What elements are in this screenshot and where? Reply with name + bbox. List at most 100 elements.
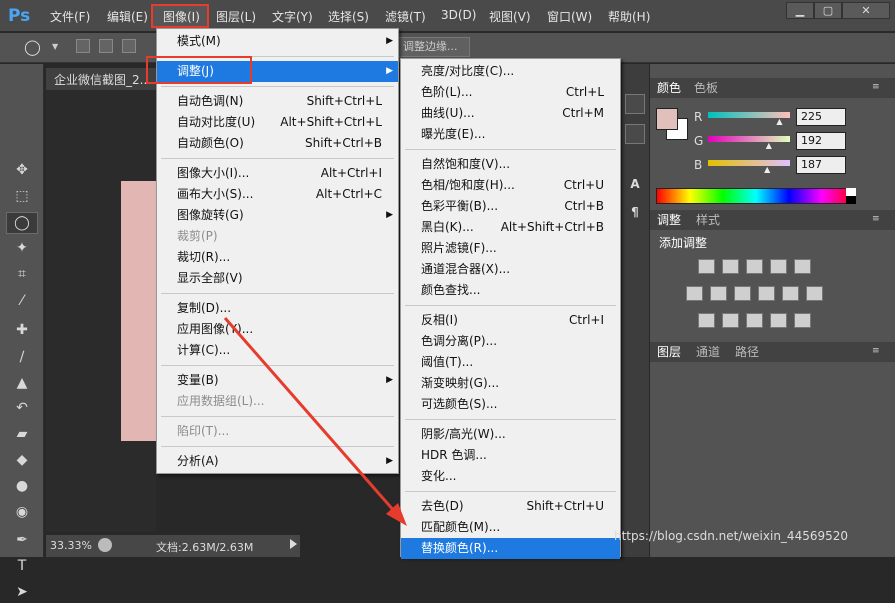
path-selection-tool-icon[interactable]: ➤ (11, 581, 33, 603)
paragraph-icon[interactable]: ¶ (625, 202, 645, 222)
menu-edit[interactable]: 编辑(E) (107, 8, 148, 25)
menu-item-黑白[interactable]: 黑白(K)... Alt+Shift+Ctrl+B (401, 217, 620, 238)
color-spectrum[interactable] (656, 188, 856, 204)
crop-tool-icon[interactable]: ⌗ (11, 263, 33, 285)
menu-item-颜色查找[interactable]: 颜色查找... (401, 280, 620, 301)
menu-filter[interactable]: 滤镜(T) (385, 8, 426, 25)
menu-item-曲线[interactable]: 曲线(U)... Ctrl+M (401, 103, 620, 124)
menu-item-照片滤镜[interactable]: 照片滤镜(F)... (401, 238, 620, 259)
white-swatch[interactable] (846, 188, 856, 196)
channel-mixer-icon[interactable] (782, 286, 799, 301)
refine-edge-button[interactable]: 调整边缘... (398, 37, 470, 57)
status-arrow-icon[interactable] (290, 539, 297, 549)
stamp-tool-icon[interactable]: ▲ (11, 372, 33, 394)
magic-wand-tool-icon[interactable]: ✦ (11, 237, 33, 259)
panel-menu-icon[interactable]: ≡ (872, 82, 880, 92)
menu-item-图像大小[interactable]: 图像大小(I)... Alt+Ctrl+I (157, 163, 398, 184)
menu-item-图像旋转[interactable]: 图像旋转(G) ▶ (157, 205, 398, 226)
menu-select[interactable]: 选择(S) (328, 8, 369, 25)
tab-swatches[interactable]: 色板 (694, 78, 718, 98)
menu-item-色相-饱和度[interactable]: 色相/饱和度(H)... Ctrl+U (401, 175, 620, 196)
menu-item-通道混合器[interactable]: 通道混合器(X)... (401, 259, 620, 280)
menu-item-匹配颜色[interactable]: 匹配颜色(M)... (401, 517, 620, 538)
exposure-icon[interactable] (770, 259, 787, 274)
menu-item-色调分离[interactable]: 色调分离(P)... (401, 331, 620, 352)
menu-item-显示全部[interactable]: 显示全部(V) (157, 268, 398, 289)
healing-brush-tool-icon[interactable]: ✚ (11, 319, 33, 341)
channel-b-value[interactable]: 187 (796, 156, 846, 174)
menu-item-自动颜色[interactable]: 自动颜色(O) Shift+Ctrl+B (157, 133, 398, 154)
tab-adjustments[interactable]: 调整 (657, 210, 681, 230)
menu-help[interactable]: 帮助(H) (608, 8, 650, 25)
menu-item-可选颜色[interactable]: 可选颜色(S)... (401, 394, 620, 415)
brightness-icon[interactable] (698, 259, 715, 274)
history-icon[interactable] (625, 94, 645, 114)
chevron-down-icon[interactable]: ▼ (52, 42, 58, 51)
menu-item-应用图像[interactable]: 应用图像(Y)... (157, 319, 398, 340)
actions-icon[interactable] (625, 124, 645, 144)
menu-item-阈值[interactable]: 阈值(T)... (401, 352, 620, 373)
vibrance-icon[interactable] (794, 259, 811, 274)
new-selection-icon[interactable] (76, 39, 90, 53)
photo-filter-icon[interactable] (758, 286, 775, 301)
history-brush-tool-icon[interactable]: ↶ (11, 397, 33, 419)
black-white-icon[interactable] (734, 286, 751, 301)
menu-view[interactable]: 视图(V) (489, 8, 531, 25)
move-tool-icon[interactable]: ✥ (11, 159, 33, 181)
threshold-icon[interactable] (746, 313, 763, 328)
menu-item-阴影-高光[interactable]: 阴影/高光(W)... (401, 424, 620, 445)
channel-b-slider[interactable] (708, 160, 790, 166)
menu-item-裁切[interactable]: 裁切(R)... (157, 247, 398, 268)
menu-layer[interactable]: 图层(L) (216, 8, 256, 25)
menu-item-分析[interactable]: 分析(A) ▶ (157, 451, 398, 472)
blur-tool-icon[interactable]: ● (11, 475, 33, 497)
close-button[interactable]: ✕ (842, 2, 890, 19)
menu-item-HDR-色调[interactable]: HDR 色调... (401, 445, 620, 466)
menu-item-去色[interactable]: 去色(D) Shift+Ctrl+U (401, 496, 620, 517)
lasso-tool-icon[interactable]: ◯ (11, 212, 33, 234)
character-icon[interactable]: A (625, 174, 645, 194)
menu-item-自然饱和度[interactable]: 自然饱和度(V)... (401, 154, 620, 175)
tab-color[interactable]: 颜色 (657, 78, 681, 98)
menu-item-自动对比度[interactable]: 自动对比度(U) Alt+Shift+Ctrl+L (157, 112, 398, 133)
subtract-selection-icon[interactable] (122, 39, 136, 53)
menu-window[interactable]: 窗口(W) (547, 8, 592, 25)
document-tab[interactable]: 企业微信截图_2... (46, 68, 156, 90)
brush-tool-icon[interactable]: ∕ (11, 346, 33, 368)
tab-paths[interactable]: 路径 (735, 342, 759, 362)
menu-item-变化[interactable]: 变化... (401, 466, 620, 487)
eyedropper-tool-icon[interactable]: ⁄ (11, 290, 33, 312)
menu-item-变量[interactable]: 变量(B) ▶ (157, 370, 398, 391)
channel-r-value[interactable]: 225 (796, 108, 846, 126)
levels-icon[interactable] (722, 259, 739, 274)
menu-file[interactable]: 文件(F) (50, 8, 90, 25)
menu-type[interactable]: 文字(Y) (272, 8, 313, 25)
menu-item-色阶[interactable]: 色阶(L)... Ctrl+L (401, 82, 620, 103)
add-selection-icon[interactable] (99, 39, 113, 53)
menu-item-亮度-对比度[interactable]: 亮度/对比度(C)... (401, 61, 620, 82)
eraser-tool-icon[interactable]: ▰ (11, 423, 33, 445)
menu-item-曝光度[interactable]: 曝光度(E)... (401, 124, 620, 145)
pen-tool-icon[interactable]: ✒ (11, 529, 33, 551)
marquee-tool-icon[interactable]: ⬚ (11, 185, 33, 207)
channel-g-slider[interactable] (708, 136, 790, 142)
tab-styles[interactable]: 样式 (696, 210, 720, 230)
menu-3d[interactable]: 3D(D) (441, 8, 476, 22)
menu-image[interactable]: 图像(I) (163, 8, 200, 25)
tab-channels[interactable]: 通道 (696, 342, 720, 362)
posterize-icon[interactable] (722, 313, 739, 328)
menu-item-计算[interactable]: 计算(C)... (157, 340, 398, 361)
gradient-map-icon[interactable] (770, 313, 787, 328)
menu-item-画布大小[interactable]: 画布大小(S)... Alt+Ctrl+C (157, 184, 398, 205)
info-icon[interactable] (98, 538, 112, 552)
curves-icon[interactable] (746, 259, 763, 274)
menu-item-色彩平衡[interactable]: 色彩平衡(B)... Ctrl+B (401, 196, 620, 217)
slider-thumb[interactable]: ▲ (776, 117, 782, 126)
selective-color-icon[interactable] (794, 313, 811, 328)
restore-button[interactable]: ▢ (814, 2, 842, 19)
zoom-level[interactable]: 33.33% (50, 539, 92, 552)
color-lookup-icon[interactable] (806, 286, 823, 301)
black-swatch[interactable] (846, 196, 856, 204)
menu-item-复制[interactable]: 复制(D)... (157, 298, 398, 319)
slider-thumb[interactable]: ▲ (764, 165, 770, 174)
